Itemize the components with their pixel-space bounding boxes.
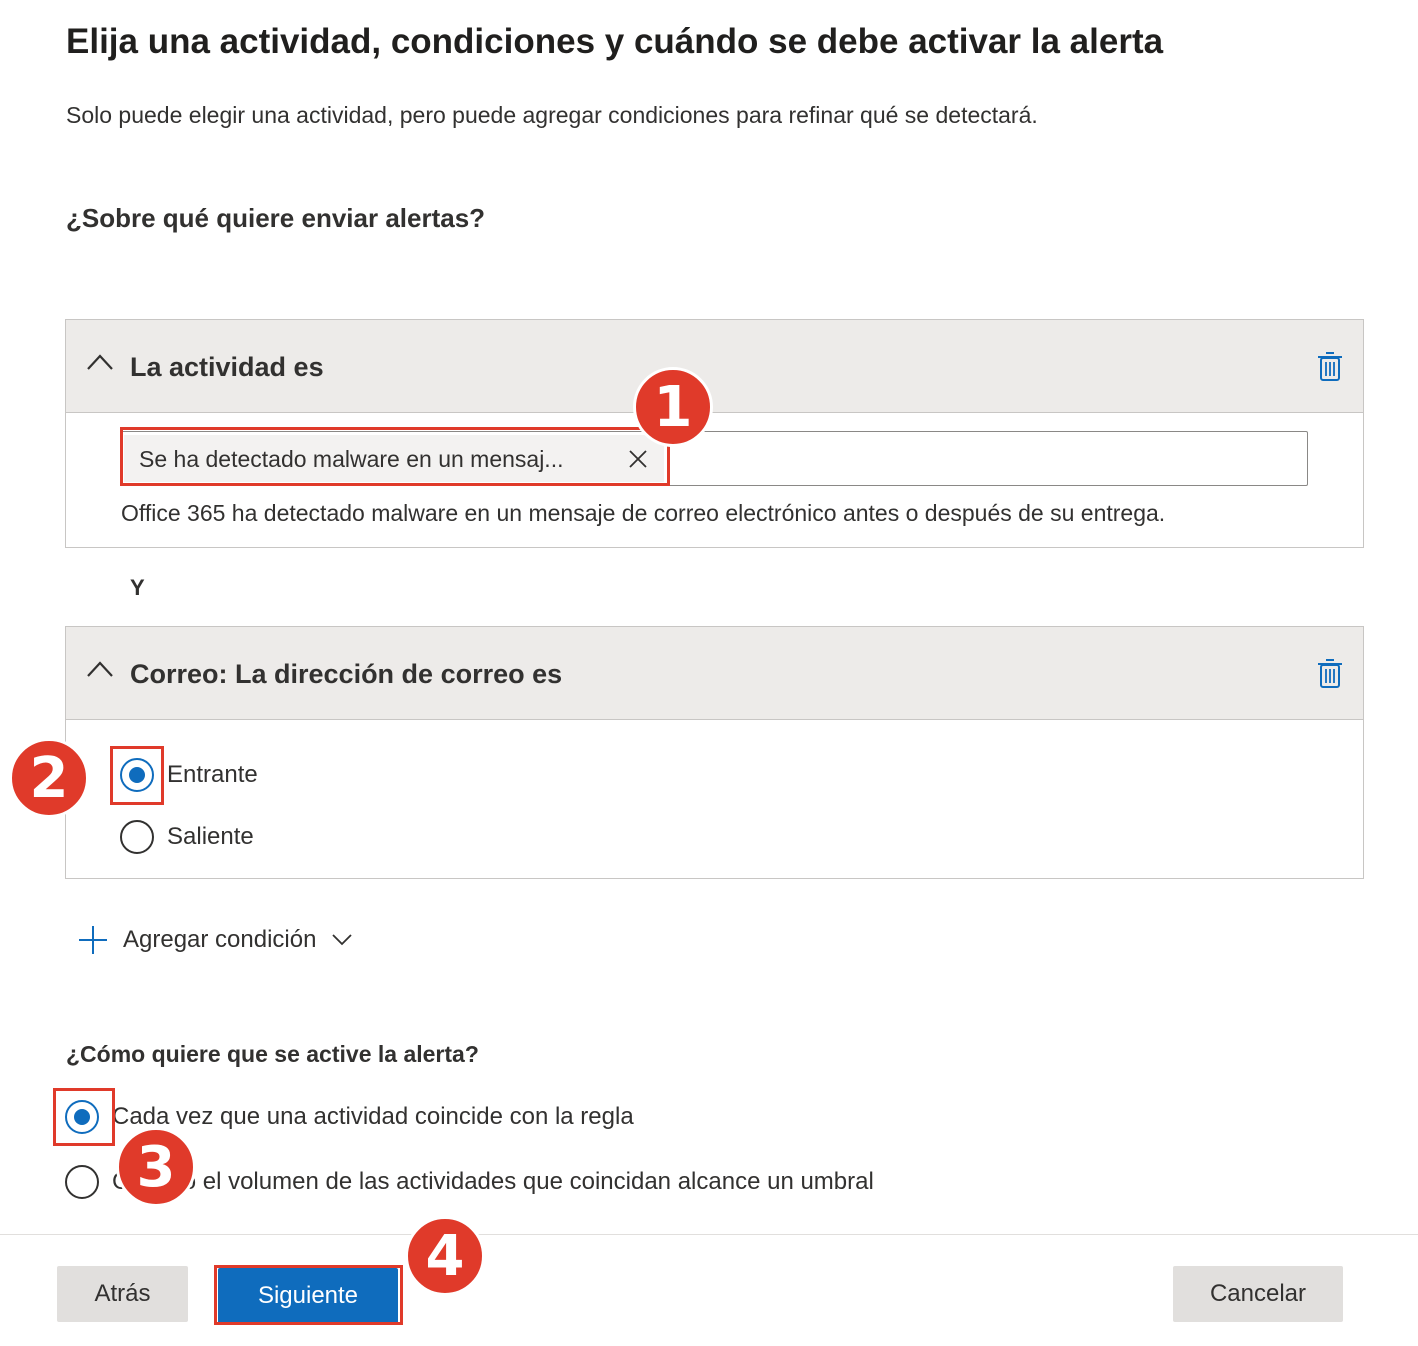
selected-activity-label: Se ha detectado malware en un mensaj... bbox=[139, 446, 564, 472]
close-icon[interactable] bbox=[628, 449, 648, 469]
mail-direction-panel-title: Correo: La dirección de correo es bbox=[130, 659, 563, 689]
cancel-button[interactable]: Cancelar bbox=[1173, 1266, 1343, 1322]
radio-every-match-label[interactable]: Cada vez que una actividad coincide con … bbox=[112, 1103, 634, 1131]
radio-saliente[interactable] bbox=[120, 820, 154, 854]
add-condition-button[interactable]: Agregar condición bbox=[78, 922, 353, 958]
mail-direction-panel: Correo: La dirección de correo es bbox=[65, 626, 1364, 879]
chevron-up-icon[interactable] bbox=[86, 659, 114, 679]
page-title: Elija una actividad, condiciones y cuánd… bbox=[66, 22, 1164, 61]
radio-threshold[interactable] bbox=[65, 1165, 99, 1199]
radio-saliente-label[interactable]: Saliente bbox=[167, 823, 254, 851]
activity-panel-title: La actividad es bbox=[130, 352, 324, 382]
trash-icon[interactable] bbox=[1317, 350, 1343, 382]
annotation-badge-4: 4 bbox=[405, 1216, 485, 1296]
selected-activity-tag: Se ha detectado malware en un mensaj... bbox=[124, 435, 664, 482]
trash-icon[interactable] bbox=[1317, 657, 1343, 689]
radio-threshold-label[interactable]: Cuando el volumen de las actividades que… bbox=[112, 1168, 874, 1196]
activity-panel-header[interactable]: La actividad es bbox=[66, 320, 1363, 413]
radio-entrante[interactable] bbox=[120, 758, 154, 792]
annotation-badge-2: 2 bbox=[9, 738, 89, 818]
plus-icon bbox=[79, 926, 107, 954]
page-subtitle: Solo puede elegir una actividad, pero pu… bbox=[66, 102, 1038, 128]
back-button[interactable]: Atrás bbox=[57, 1266, 188, 1322]
activity-question: ¿Sobre qué quiere enviar alertas? bbox=[66, 203, 486, 233]
chevron-up-icon[interactable] bbox=[86, 352, 114, 372]
activity-description: Office 365 ha detectado malware en un me… bbox=[121, 500, 1166, 526]
annotation-badge-3: 3 bbox=[116, 1127, 196, 1207]
trigger-question: ¿Cómo quiere que se active la alerta? bbox=[66, 1041, 479, 1067]
radio-entrante-label[interactable]: Entrante bbox=[167, 761, 258, 789]
radio-every-match[interactable] bbox=[65, 1100, 99, 1134]
footer-divider bbox=[0, 1234, 1418, 1235]
chevron-down-icon bbox=[332, 934, 353, 946]
add-condition-label: Agregar condición bbox=[123, 926, 317, 953]
annotation-badge-1: 1 bbox=[633, 367, 713, 447]
next-button[interactable]: Siguiente bbox=[218, 1268, 398, 1324]
mail-direction-panel-header[interactable]: Correo: La dirección de correo es bbox=[66, 627, 1363, 720]
and-operator-label: Y bbox=[130, 575, 145, 600]
